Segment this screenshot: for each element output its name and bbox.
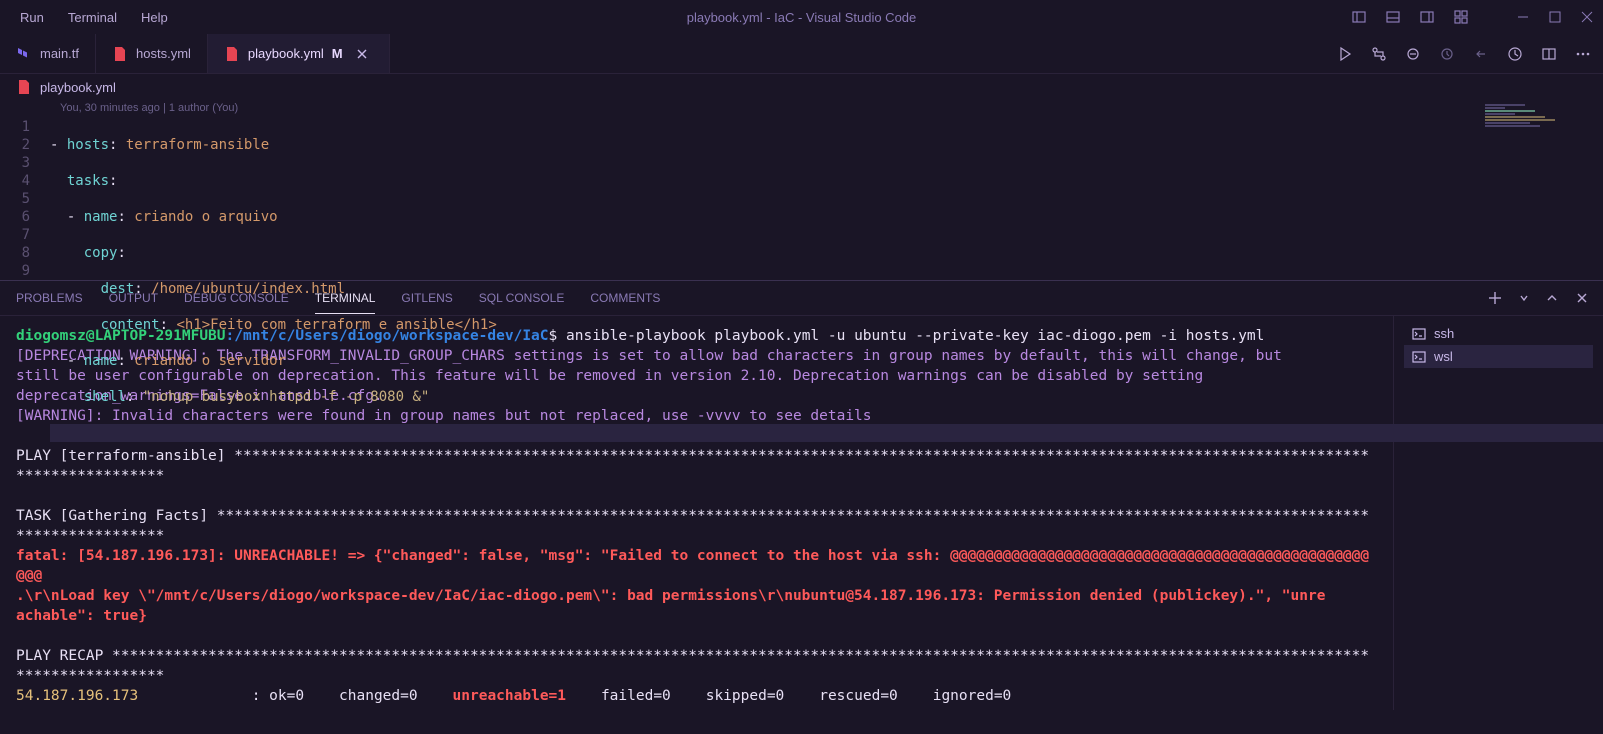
menu-help[interactable]: Help xyxy=(131,6,178,29)
yaml-icon xyxy=(224,46,240,62)
layout-primary-icon[interactable] xyxy=(1351,9,1367,25)
maximize-panel-icon[interactable] xyxy=(1545,291,1559,305)
history-icon[interactable] xyxy=(1507,46,1523,62)
window-minimize-icon[interactable] xyxy=(1517,11,1529,23)
split-editor-icon[interactable] xyxy=(1541,46,1557,62)
layout-grid-icon[interactable] xyxy=(1453,9,1469,25)
titlebar-menus: Run Terminal Help xyxy=(10,6,178,29)
run-icon[interactable] xyxy=(1337,46,1353,62)
editor-area[interactable]: 1 2 3 4 5 6 7 8 9 You, 30 minutes ago | … xyxy=(0,100,1603,280)
tab-label: playbook.yml xyxy=(248,46,324,61)
window-maximize-icon[interactable] xyxy=(1549,11,1561,23)
revert-icon[interactable] xyxy=(1439,46,1455,62)
editor-tabs-bar: main.tf hosts.yml playbook.yml M xyxy=(0,34,1603,74)
line-numbers-gutter: 1 2 3 4 5 6 7 8 9 xyxy=(0,100,50,280)
window-title: playbook.yml - IaC - Visual Studio Code xyxy=(687,10,917,25)
panel-tab-problems[interactable]: PROBLEMS xyxy=(16,283,83,313)
breadcrumb-label: playbook.yml xyxy=(40,80,116,95)
tab-modified-indicator: M xyxy=(332,46,343,61)
tab-hosts-yml[interactable]: hosts.yml xyxy=(96,34,208,73)
panel-tab-output[interactable]: OUTPUT xyxy=(109,283,158,313)
terraform-icon xyxy=(16,46,32,62)
panel-tab-gitlens[interactable]: GITLENS xyxy=(401,283,452,313)
code-content[interactable]: - hosts: terraform-ansible tasks: - name… xyxy=(50,100,1603,280)
yaml-icon xyxy=(16,79,32,95)
editor-actions xyxy=(1337,34,1591,73)
minimap[interactable] xyxy=(1485,104,1585,144)
panel-tabs: PROBLEMS OUTPUT DEBUG CONSOLE TERMINAL G… xyxy=(0,280,1603,316)
new-terminal-button[interactable] xyxy=(1487,290,1503,306)
yaml-icon xyxy=(112,46,128,62)
tab-playbook-yml[interactable]: playbook.yml M xyxy=(208,34,390,73)
panel-actions xyxy=(1487,290,1589,306)
tab-main-tf[interactable]: main.tf xyxy=(0,34,96,73)
more-actions-icon[interactable] xyxy=(1575,46,1591,62)
diff-icon[interactable] xyxy=(1405,46,1421,62)
panel-tab-debug-console[interactable]: DEBUG CONSOLE xyxy=(184,283,289,313)
panel-tab-comments[interactable]: COMMENTS xyxy=(590,283,660,313)
git-compare-icon[interactable] xyxy=(1371,46,1387,62)
titlebar: Run Terminal Help playbook.yml - IaC - V… xyxy=(0,0,1603,34)
window-close-icon[interactable] xyxy=(1581,11,1593,23)
tab-label: main.tf xyxy=(40,46,79,61)
prev-change-icon[interactable] xyxy=(1473,46,1489,62)
layout-right-icon[interactable] xyxy=(1419,9,1435,25)
close-panel-icon[interactable] xyxy=(1575,291,1589,305)
breadcrumb[interactable]: playbook.yml xyxy=(0,74,1603,100)
menu-terminal[interactable]: Terminal xyxy=(58,6,127,29)
panel-tab-sql-console[interactable]: SQL CONSOLE xyxy=(479,283,565,313)
panel-tab-terminal[interactable]: TERMINAL xyxy=(315,283,376,314)
tab-close-button[interactable] xyxy=(351,47,373,61)
titlebar-right-controls xyxy=(1351,9,1593,25)
tab-label: hosts.yml xyxy=(136,46,191,61)
menu-run[interactable]: Run xyxy=(10,6,54,29)
terminal-dropdown-icon[interactable] xyxy=(1519,293,1529,303)
layout-bottom-icon[interactable] xyxy=(1385,9,1401,25)
